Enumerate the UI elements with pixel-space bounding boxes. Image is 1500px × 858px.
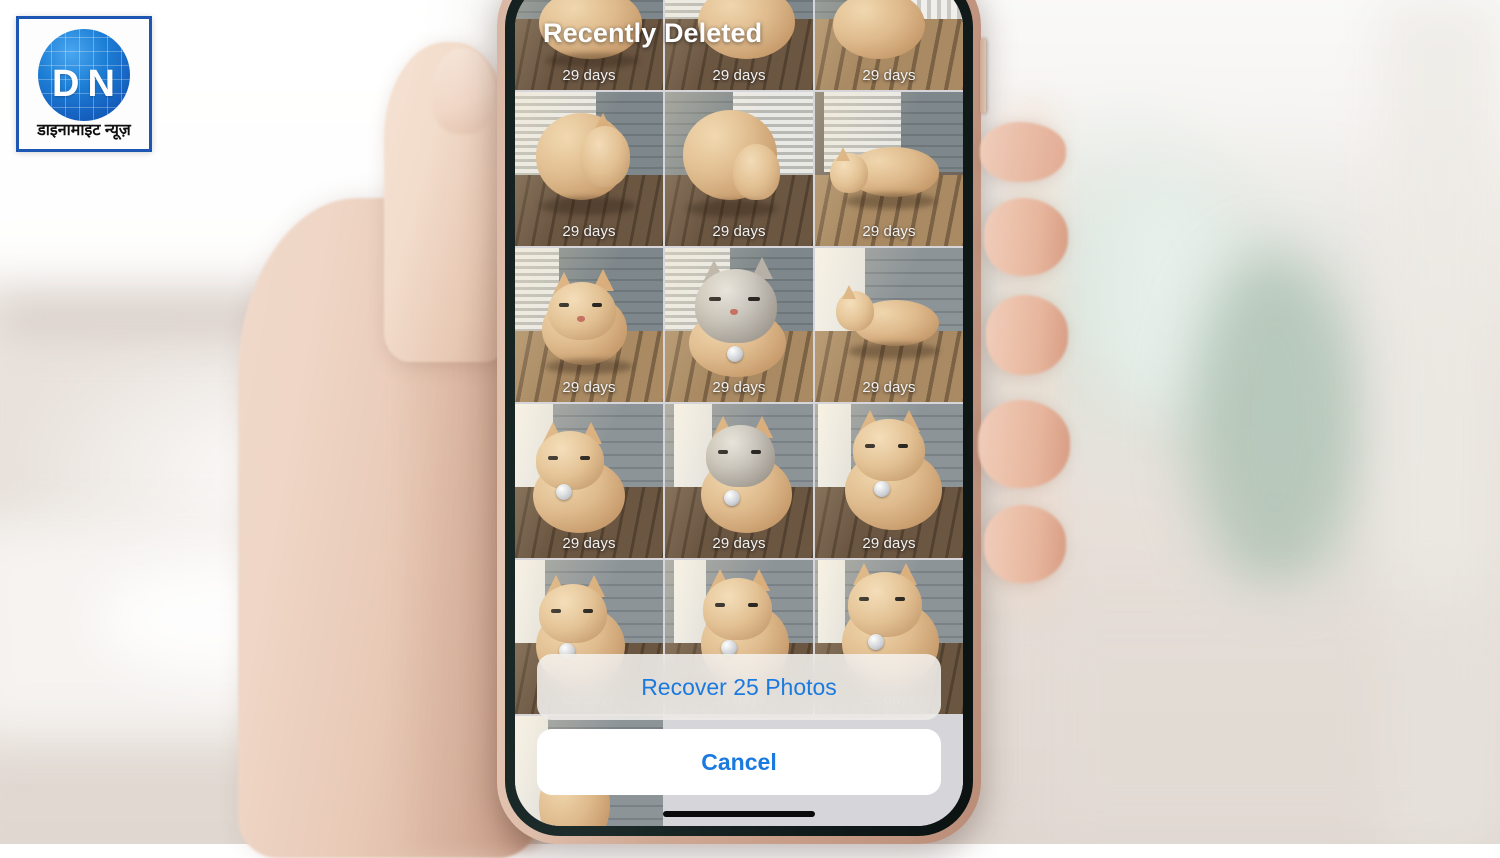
photo-cell[interactable]: 29 days bbox=[815, 247, 963, 402]
logo-initials: D N bbox=[19, 19, 149, 149]
finger bbox=[986, 295, 1068, 375]
photo-cell[interactable]: 29 days bbox=[515, 91, 663, 246]
photo-cell[interactable]: 29 days bbox=[665, 247, 813, 402]
action-sheet: Recover 25 Photos Cancel bbox=[515, 654, 963, 826]
photo-cell[interactable]: 29 days bbox=[515, 247, 663, 402]
photo-cell[interactable]: 29 days bbox=[815, 0, 963, 90]
photo-days-label: 29 days bbox=[862, 222, 916, 240]
photo-days-label: 29 days bbox=[862, 378, 916, 396]
finger bbox=[978, 400, 1070, 488]
photo-days-label: 29 days bbox=[562, 534, 616, 552]
photos-app: Recently Deleted 29 days 29 days 29 days… bbox=[515, 0, 963, 826]
photo-days-label: 29 days bbox=[712, 66, 766, 84]
photo-days-label: 29 days bbox=[862, 534, 916, 552]
action-sheet-primary-group: Recover 25 Photos bbox=[537, 654, 941, 720]
photo-cell[interactable]: 29 days bbox=[815, 91, 963, 246]
power-button[interactable] bbox=[980, 38, 986, 114]
home-indicator[interactable] bbox=[663, 811, 815, 817]
channel-logo-watermark: D N डाइनामाइट न्यूज़ bbox=[16, 16, 152, 152]
photo-cell[interactable]: 29 days bbox=[665, 91, 813, 246]
logo-letter-n: N bbox=[87, 62, 116, 105]
photo-days-label: 29 days bbox=[712, 378, 766, 396]
photo-days-label: 29 days bbox=[562, 66, 616, 84]
photo-cell[interactable]: 29 days bbox=[815, 403, 963, 558]
photo-days-label: 29 days bbox=[862, 66, 916, 84]
finger bbox=[980, 122, 1066, 182]
photo-cell[interactable]: 29 days bbox=[515, 403, 663, 558]
cancel-button[interactable]: Cancel bbox=[537, 729, 941, 795]
finger bbox=[984, 505, 1066, 583]
photo-cell[interactable]: 29 days bbox=[665, 403, 813, 558]
smartphone-device: Recently Deleted 29 days 29 days 29 days… bbox=[497, 0, 981, 844]
photo-days-label: 29 days bbox=[712, 534, 766, 552]
action-sheet-cancel-group: Cancel bbox=[537, 729, 941, 795]
finger bbox=[984, 198, 1068, 276]
phone-screen: Recently Deleted 29 days 29 days 29 days… bbox=[515, 0, 963, 826]
page-title: Recently Deleted bbox=[543, 18, 763, 48]
thumbnail bbox=[432, 48, 494, 134]
photo-days-label: 29 days bbox=[562, 222, 616, 240]
logo-letter-d: D bbox=[52, 62, 81, 105]
recover-photos-button[interactable]: Recover 25 Photos bbox=[537, 654, 941, 720]
photo-days-label: 29 days bbox=[562, 378, 616, 396]
photo-days-label: 29 days bbox=[712, 222, 766, 240]
